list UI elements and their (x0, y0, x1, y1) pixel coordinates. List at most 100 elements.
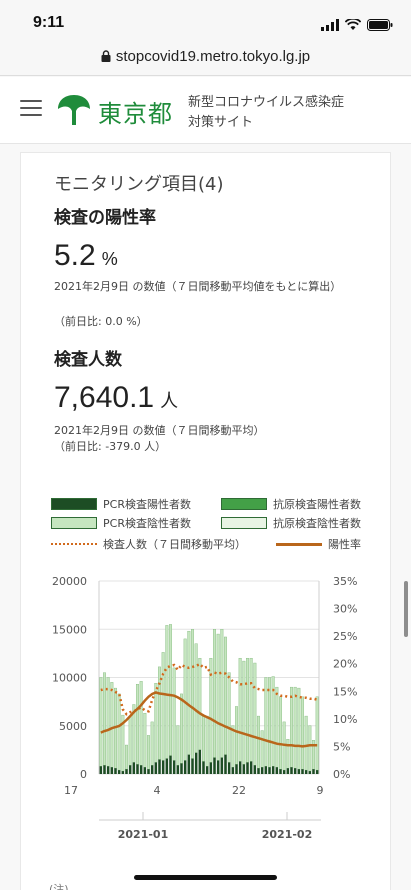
tests-change-note: （前日比: -379.0 人） (54, 440, 167, 453)
tests-heading: 検査人数 (54, 350, 122, 370)
legend-label: PCR検査陽性者数 (103, 498, 191, 511)
bar-pcr-positive (161, 760, 165, 774)
bar-pcr-positive (125, 769, 128, 774)
monitoring-card: モニタリング項目(4) 検査の陽性率 5.2% 2021年2月9日 の数値（７日… (20, 152, 391, 890)
y-left-tick-label: 0 (80, 768, 87, 781)
bar-pcr-positive (246, 762, 249, 774)
legend-antigen-negative[interactable]: 抗原検査陰性者数 (221, 515, 361, 531)
legend-positivity-rate[interactable]: 陽性率 (276, 536, 361, 552)
legend-tests-average[interactable]: 検査人数（７日間移動平均） (51, 536, 246, 552)
tests-value: 7,640.1 人 (54, 381, 178, 415)
bar-pcr-negative (290, 686, 293, 768)
site-title[interactable]: 新型コロナウイルス感染症 対策サイト (188, 93, 368, 133)
legend-swatch (51, 517, 97, 529)
bar-pcr-negative (191, 629, 194, 759)
bar-pcr-negative (202, 715, 205, 762)
bar-pcr-negative (297, 687, 301, 770)
hamburger-menu-icon[interactable] (20, 100, 42, 118)
positivity-unit: % (101, 249, 118, 269)
legend-pcr-negative[interactable]: PCR検査陰性者数 (51, 515, 191, 531)
bar-pcr-negative (235, 706, 238, 765)
y-right-tick-label: 20% (333, 658, 357, 671)
bar-pcr-negative (260, 730, 264, 768)
positivity-heading: 検査の陽性率 (54, 208, 156, 228)
bar-pcr-positive (282, 770, 286, 774)
bar-pcr-positive (121, 771, 125, 774)
bar-pcr-positive (301, 769, 304, 774)
bar-pcr-negative (161, 652, 165, 761)
bar-pcr-negative (308, 725, 312, 772)
bar-pcr-positive (249, 761, 253, 774)
y-right-tick-label: 15% (333, 685, 357, 698)
bar-pcr-positive (114, 768, 117, 774)
bar-pcr-positive (304, 770, 308, 774)
legend-swatch (221, 498, 267, 510)
positivity-chart[interactable]: 0 5000 10000 15000 20000 0% 5% 10% 15% 20% 25% 30% 3… (21, 568, 392, 868)
bar-pcr-positive (202, 761, 205, 774)
bar-pcr-positive (128, 765, 132, 774)
bar-pcr-positive (143, 767, 147, 774)
bar-pcr-positive (132, 762, 136, 774)
bar-pcr-positive (315, 770, 319, 774)
y-right-tick-label: 30% (333, 603, 357, 616)
y-left-tick-label: 5000 (59, 720, 87, 733)
bar-pcr-negative (205, 715, 209, 767)
bar-pcr-negative (147, 735, 150, 770)
legend-pcr-positive[interactable]: PCR検査陽性者数 (51, 496, 191, 512)
scrollbar[interactable] (404, 581, 408, 637)
y-right-tick-label: 10% (333, 713, 357, 726)
site-header: 東京都 新型コロナウイルス感染症 対策サイト (0, 77, 411, 144)
address-bar[interactable]: stopcovid19.metro.tokyo.lg.jp (0, 38, 411, 76)
bar-pcr-positive (198, 749, 202, 774)
bar-pcr-negative (315, 696, 319, 771)
y-left-tick-label: 15000 (52, 623, 87, 636)
legend-label: 抗原検査陰性者数 (273, 517, 361, 530)
logo-text[interactable]: 東京都 (98, 94, 173, 129)
bar-pcr-negative (194, 643, 198, 753)
bar-pcr-negative (154, 683, 158, 763)
bar-pcr-negative (224, 636, 227, 755)
x-tick-label: 4 (154, 784, 161, 797)
legend-antigen-positive[interactable]: 抗原検査陽性者数 (221, 496, 361, 512)
bar-pcr-positive (136, 764, 139, 774)
bar-pcr-positive (194, 752, 198, 774)
card-title: モニタリング項目(4) (54, 174, 224, 195)
bar-pcr-positive (205, 766, 209, 774)
bar-pcr-negative (264, 677, 268, 767)
bar-pcr-negative (143, 713, 147, 768)
bar-pcr-positive (172, 760, 176, 774)
bar-pcr-positive (224, 754, 227, 774)
tests-date-note: 2021年2月9日 の数値（７日間移動平均） (54, 424, 265, 437)
y-left-tick-label: 20000 (52, 575, 87, 588)
bar-pcr-positive (275, 767, 279, 774)
x-tick-label: 9 (317, 784, 324, 797)
home-indicator[interactable] (134, 875, 277, 880)
bar-pcr-positive (176, 765, 180, 774)
bar-pcr-positive (271, 766, 275, 774)
bar-pcr-positive (257, 768, 260, 774)
bar-pcr-positive (103, 765, 106, 774)
tokyo-logo-icon[interactable] (56, 93, 92, 131)
bar-pcr-positive (242, 764, 246, 774)
positivity-value: 5.2% (54, 239, 118, 273)
footnote: (注) (49, 883, 69, 890)
legend-swatch (221, 517, 267, 529)
bar-pcr-positive (220, 757, 224, 774)
bar-pcr-negative (257, 715, 260, 769)
bar-pcr-negative (198, 657, 202, 751)
bar-pcr-negative (301, 696, 304, 770)
bar-pcr-positive (158, 759, 161, 774)
y-left-tick-label: 10000 (52, 672, 87, 685)
bar-pcr-positive (231, 767, 235, 774)
bar-pcr-positive (209, 762, 213, 774)
bar-pcr-negative (238, 657, 242, 762)
bar-pcr-positive (180, 763, 183, 774)
bar-pcr-negative (180, 693, 183, 764)
x-tick-label: 17 (64, 784, 78, 797)
bar-pcr-positive (169, 755, 172, 774)
bar-pcr-negative (187, 630, 191, 755)
positivity-number: 5.2 (54, 239, 96, 272)
legend-swatch (276, 542, 322, 546)
bar-pcr-negative (183, 638, 187, 761)
bar-pcr-positive (290, 767, 293, 774)
